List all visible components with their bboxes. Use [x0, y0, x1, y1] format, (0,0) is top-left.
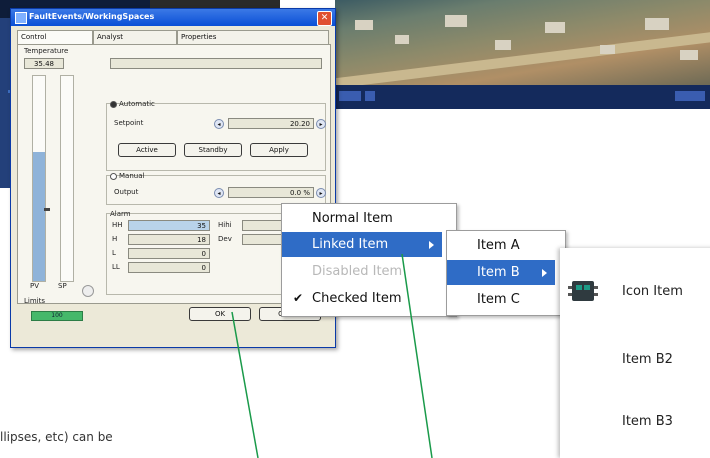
callout-line-ok — [231, 311, 259, 458]
caption-fragment: llipses, etc) can be — [0, 430, 113, 444]
callout-lines — [231, 253, 433, 458]
callout-line-linked — [401, 253, 433, 458]
